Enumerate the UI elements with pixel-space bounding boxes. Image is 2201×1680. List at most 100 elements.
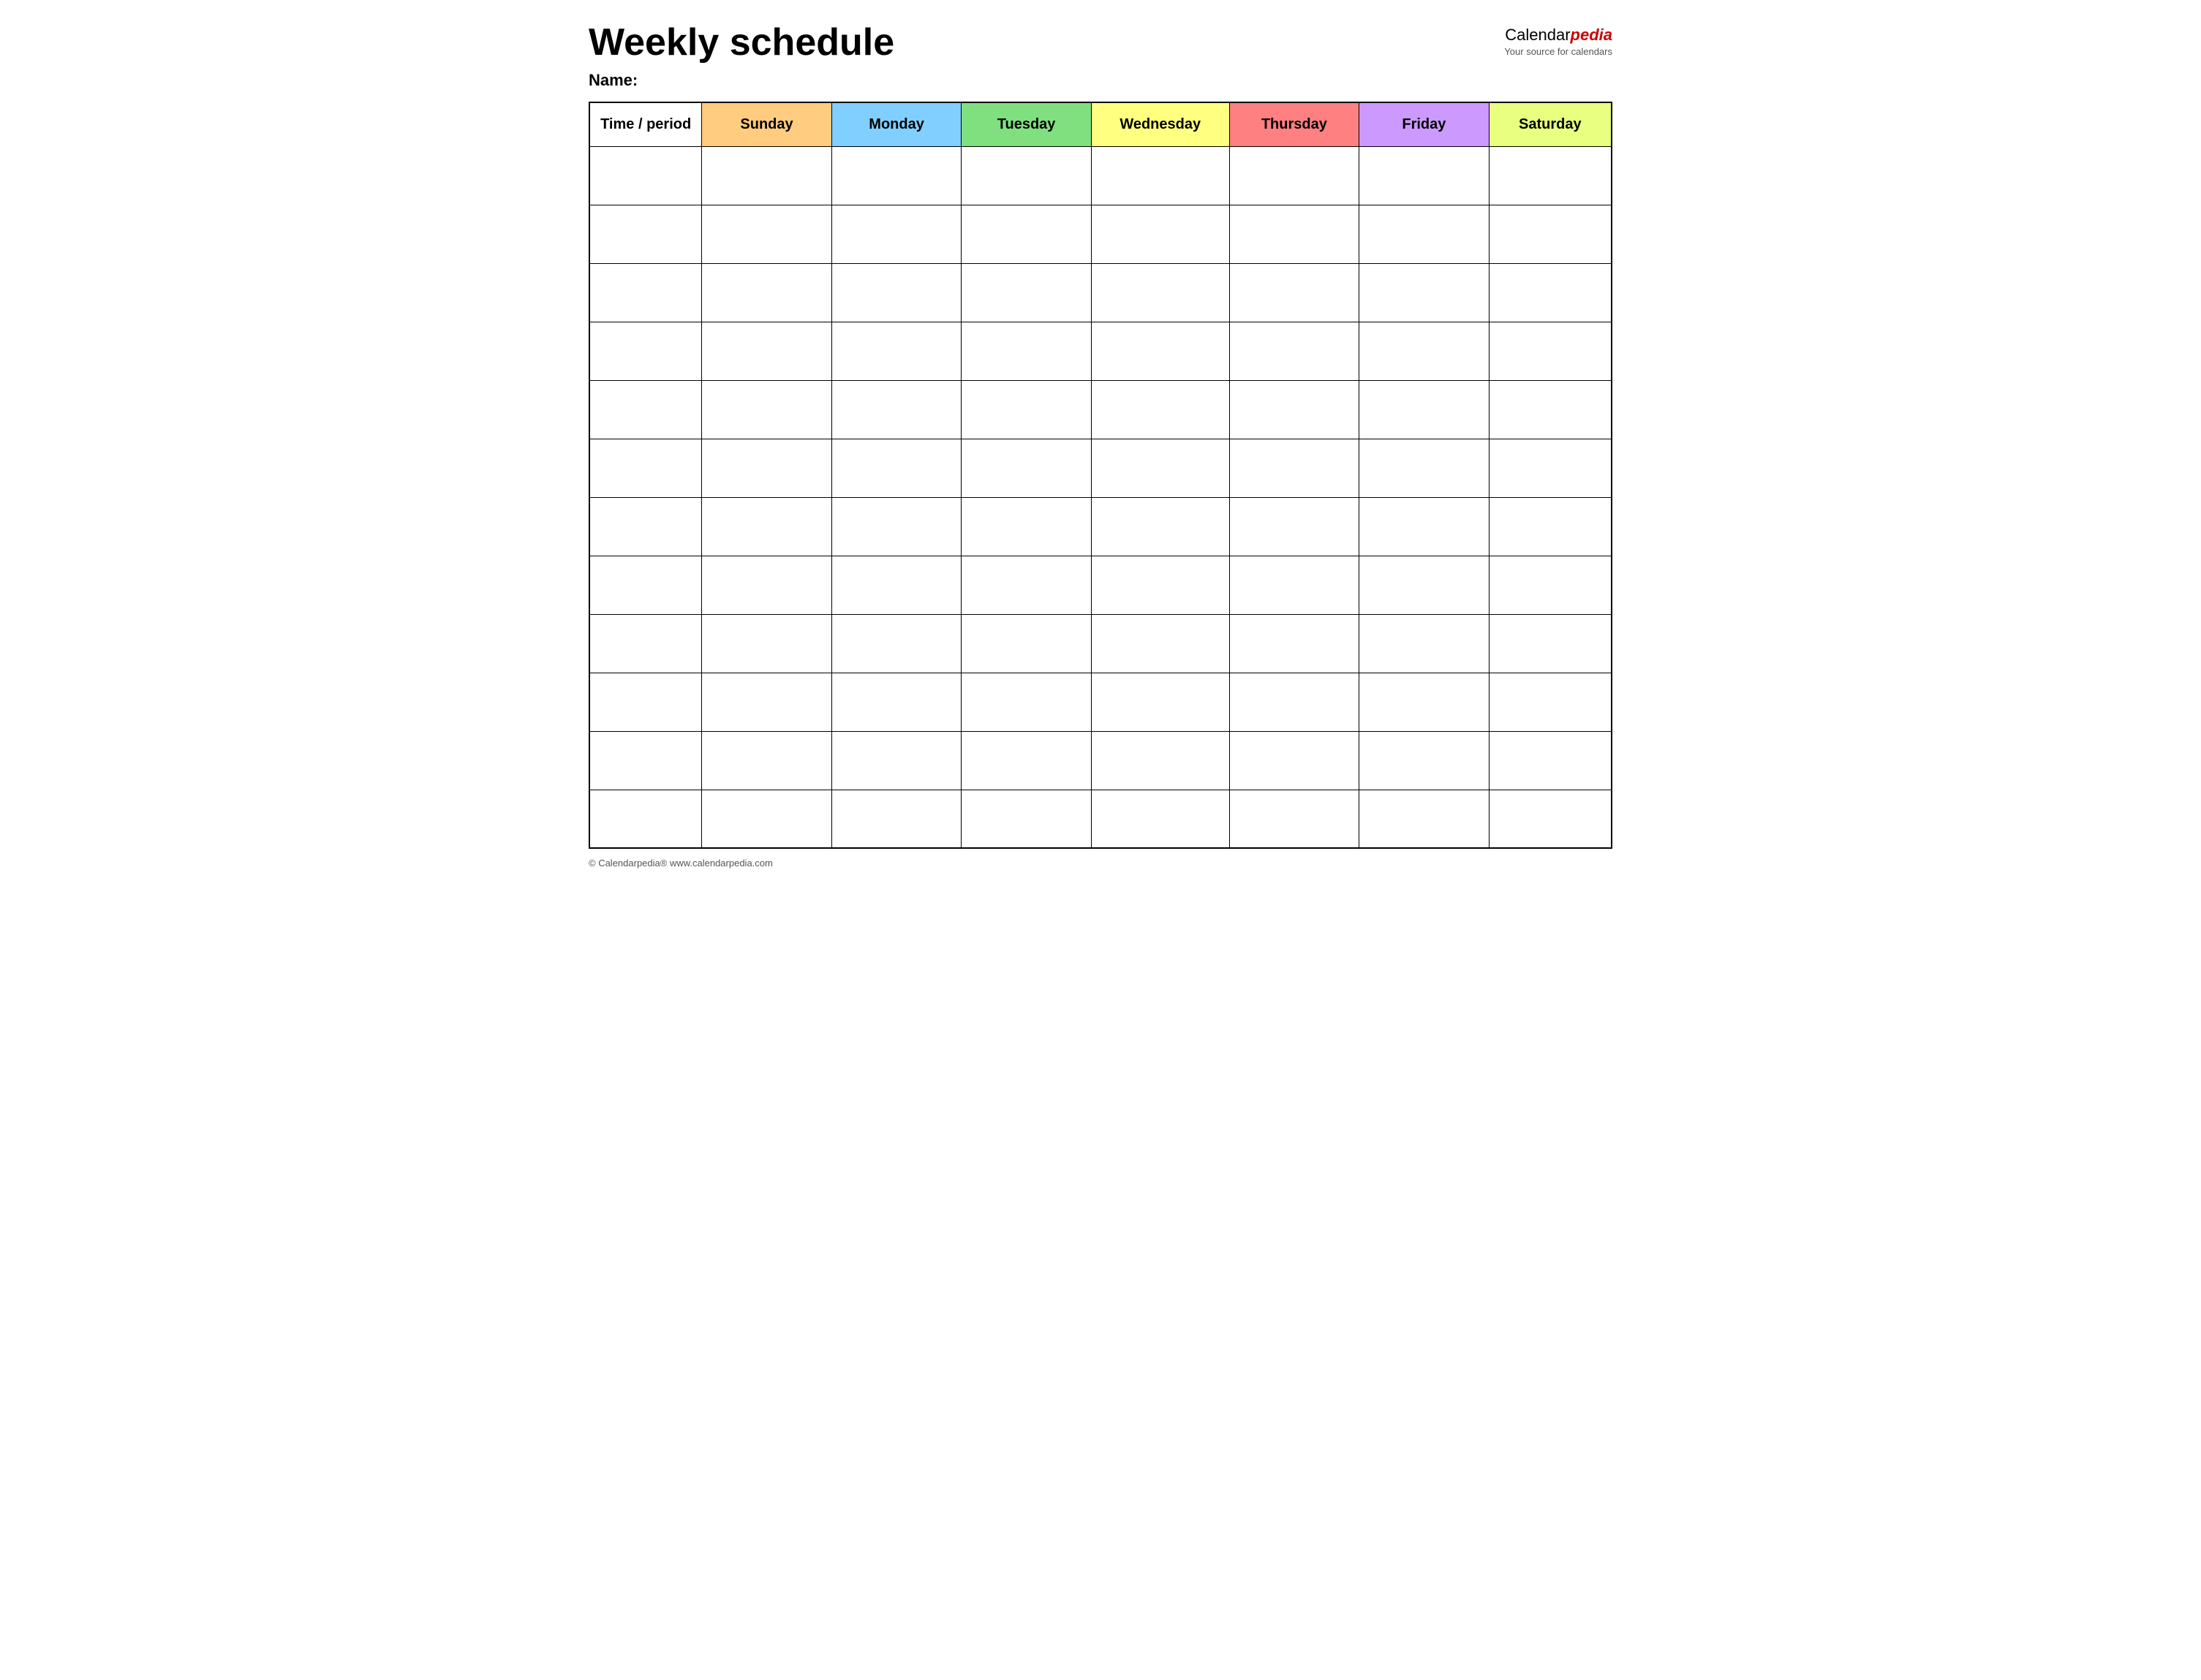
table-cell[interactable] <box>962 497 1092 556</box>
table-cell[interactable] <box>1489 205 1612 263</box>
table-cell[interactable] <box>1229 556 1359 614</box>
table-cell[interactable] <box>1091 263 1229 322</box>
table-cell[interactable] <box>589 497 702 556</box>
table-cell[interactable] <box>1229 731 1359 790</box>
table-cell[interactable] <box>1091 205 1229 263</box>
table-cell[interactable] <box>589 146 702 205</box>
table-cell[interactable] <box>1229 322 1359 380</box>
table-cell[interactable] <box>962 439 1092 497</box>
table-cell[interactable] <box>1229 614 1359 673</box>
table-cell[interactable] <box>702 322 832 380</box>
table-cell[interactable] <box>702 614 832 673</box>
table-cell[interactable] <box>1229 205 1359 263</box>
table-cell[interactable] <box>831 263 962 322</box>
table-cell[interactable] <box>702 380 832 439</box>
table-cell[interactable] <box>962 322 1092 380</box>
table-cell[interactable] <box>1359 380 1490 439</box>
table-cell[interactable] <box>702 673 832 731</box>
table-cell[interactable] <box>589 731 702 790</box>
table-cell[interactable] <box>962 790 1092 848</box>
table-cell[interactable] <box>589 614 702 673</box>
table-cell[interactable] <box>702 556 832 614</box>
table-cell[interactable] <box>1359 556 1490 614</box>
table-cell[interactable] <box>831 146 962 205</box>
table-cell[interactable] <box>1091 556 1229 614</box>
table-cell[interactable] <box>831 731 962 790</box>
table-cell[interactable] <box>1359 263 1490 322</box>
table-cell[interactable] <box>1091 322 1229 380</box>
table-cell[interactable] <box>1489 146 1612 205</box>
table-cell[interactable] <box>1091 380 1229 439</box>
table-cell[interactable] <box>1229 380 1359 439</box>
table-cell[interactable] <box>962 731 1092 790</box>
table-cell[interactable] <box>1229 439 1359 497</box>
table-cell[interactable] <box>702 497 832 556</box>
table-cell[interactable] <box>962 556 1092 614</box>
table-cell[interactable] <box>1489 614 1612 673</box>
table-cell[interactable] <box>1359 322 1490 380</box>
table-cell[interactable] <box>1359 497 1490 556</box>
table-cell[interactable] <box>1229 263 1359 322</box>
table-cell[interactable] <box>1229 790 1359 848</box>
table-cell[interactable] <box>702 790 832 848</box>
table-cell[interactable] <box>589 790 702 848</box>
table-cell[interactable] <box>589 556 702 614</box>
table-cell[interactable] <box>1091 731 1229 790</box>
table-cell[interactable] <box>831 556 962 614</box>
table-row <box>589 614 1612 673</box>
table-cell[interactable] <box>831 790 962 848</box>
table-cell[interactable] <box>831 439 962 497</box>
table-cell[interactable] <box>589 673 702 731</box>
table-cell[interactable] <box>702 205 832 263</box>
table-cell[interactable] <box>1229 146 1359 205</box>
table-cell[interactable] <box>1489 556 1612 614</box>
table-cell[interactable] <box>962 614 1092 673</box>
table-cell[interactable] <box>1091 146 1229 205</box>
table-cell[interactable] <box>831 673 962 731</box>
table-cell[interactable] <box>962 673 1092 731</box>
table-cell[interactable] <box>831 497 962 556</box>
table-cell[interactable] <box>702 146 832 205</box>
table-cell[interactable] <box>1359 790 1490 848</box>
table-cell[interactable] <box>831 322 962 380</box>
table-cell[interactable] <box>1489 439 1612 497</box>
table-cell[interactable] <box>1489 497 1612 556</box>
table-cell[interactable] <box>1359 146 1490 205</box>
table-cell[interactable] <box>1489 673 1612 731</box>
table-cell[interactable] <box>1091 497 1229 556</box>
table-cell[interactable] <box>1359 673 1490 731</box>
logo-text: Calendarpedia <box>1504 26 1612 45</box>
table-cell[interactable] <box>1489 790 1612 848</box>
table-cell[interactable] <box>589 205 702 263</box>
table-cell[interactable] <box>589 439 702 497</box>
table-cell[interactable] <box>702 731 832 790</box>
table-cell[interactable] <box>962 205 1092 263</box>
table-cell[interactable] <box>1359 439 1490 497</box>
table-cell[interactable] <box>1489 263 1612 322</box>
table-cell[interactable] <box>1359 731 1490 790</box>
table-cell[interactable] <box>1489 322 1612 380</box>
table-cell[interactable] <box>1359 614 1490 673</box>
logo-calendar: Calendar <box>1505 26 1570 44</box>
table-cell[interactable] <box>1229 673 1359 731</box>
table-cell[interactable] <box>962 263 1092 322</box>
table-cell[interactable] <box>831 380 962 439</box>
table-cell[interactable] <box>1091 790 1229 848</box>
table-cell[interactable] <box>589 263 702 322</box>
table-cell[interactable] <box>962 146 1092 205</box>
table-cell[interactable] <box>962 380 1092 439</box>
table-cell[interactable] <box>702 439 832 497</box>
table-cell[interactable] <box>831 614 962 673</box>
table-cell[interactable] <box>702 263 832 322</box>
table-cell[interactable] <box>1489 731 1612 790</box>
table-cell[interactable] <box>1091 614 1229 673</box>
table-cell[interactable] <box>1489 380 1612 439</box>
table-cell[interactable] <box>1229 497 1359 556</box>
table-cell[interactable] <box>589 322 702 380</box>
table-row <box>589 790 1612 848</box>
table-cell[interactable] <box>1359 205 1490 263</box>
table-cell[interactable] <box>831 205 962 263</box>
table-cell[interactable] <box>589 380 702 439</box>
table-cell[interactable] <box>1091 673 1229 731</box>
table-cell[interactable] <box>1091 439 1229 497</box>
